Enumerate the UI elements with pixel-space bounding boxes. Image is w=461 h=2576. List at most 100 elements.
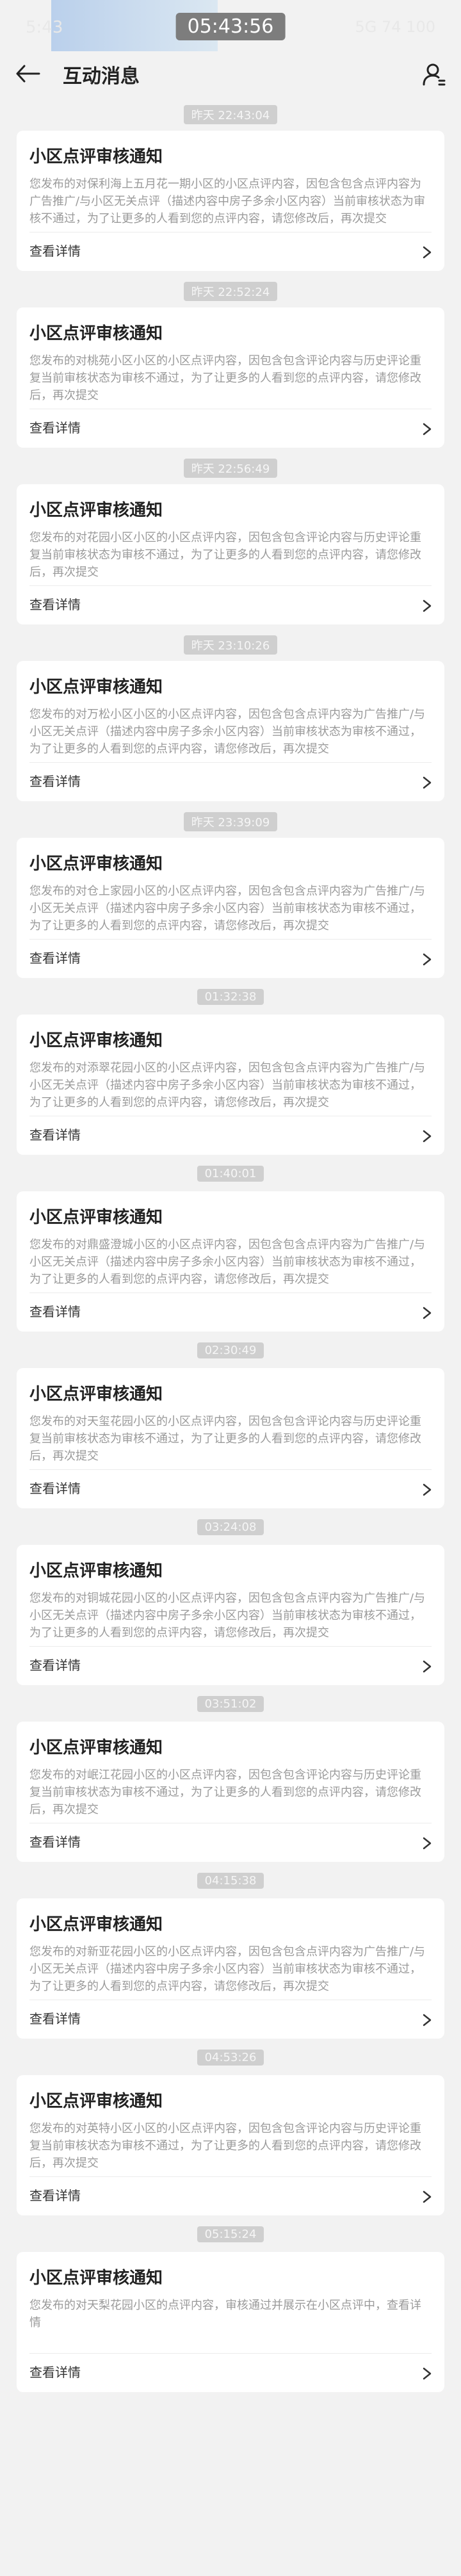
- status-indicators: 5G 74 100: [355, 18, 435, 36]
- timestamp-row: 昨天 22:43:04: [0, 99, 461, 131]
- message-item: 昨天 22:52:24 小区点评审核通知 您发布的对桃苑小区小区的小区点评内容，…: [0, 275, 461, 448]
- notification-card[interactable]: 小区点评审核通知 您发布的对天梨花园小区的点评内容，审核通过并展示在小区点评中，…: [17, 2252, 444, 2392]
- view-details-link[interactable]: 查看详情: [29, 594, 81, 613]
- timestamp-row: 04:53:26: [0, 2043, 461, 2075]
- view-details-link[interactable]: 查看详情: [29, 1655, 81, 1674]
- timestamp-pill: 01:40:01: [197, 1166, 264, 1182]
- timestamp-row: 昨天 22:52:24: [0, 275, 461, 307]
- card-body: 您发布的对鼎盛澄城小区的小区点评内容，因包含包含点评内容为广告推广/与小区无关点…: [29, 1238, 426, 1286]
- timestamp-row: 昨天 23:39:09: [0, 806, 461, 838]
- view-details-link[interactable]: 查看详情: [29, 1125, 81, 1143]
- card-body: 您发布的对天玺花园小区的小区点评内容，因包含包含评论内容与历史评论重复当前审核状…: [29, 1415, 421, 1463]
- card-body: 您发布的对桃苑小区小区的小区点评内容，因包含包含评论内容与历史评论重复当前审核状…: [29, 354, 421, 402]
- message-item: 昨天 23:39:09 小区点评审核通知 您发布的对仓上家园小区的小区点评内容，…: [0, 806, 461, 978]
- card-divider: [29, 1292, 432, 1293]
- timestamp-pill: 昨天 23:39:09: [183, 812, 278, 831]
- view-details-link[interactable]: 查看详情: [29, 2009, 81, 2027]
- card-title: 小区点评审核通知: [29, 1208, 163, 1227]
- notification-card[interactable]: 小区点评审核通知 您发布的对英特小区小区的小区点评内容，因包含包含评论内容与历史…: [17, 2075, 444, 2215]
- notification-card[interactable]: 小区点评审核通知 您发布的对天玺花园小区的小区点评内容，因包含包含评论内容与历史…: [17, 1368, 444, 1508]
- view-details-link[interactable]: 查看详情: [29, 241, 81, 259]
- chevron-right-icon[interactable]: [421, 1129, 433, 1143]
- timestamp-row: 04:15:38: [0, 1866, 461, 1898]
- timestamp-row: 02:30:49: [0, 1336, 461, 1368]
- card-title: 小区点评审核通知: [29, 1738, 163, 1757]
- status-time: 5:43: [26, 18, 63, 37]
- card-divider: [29, 2176, 432, 2177]
- card-title: 小区点评审核通知: [29, 854, 163, 874]
- timestamp-pill: 02:30:49: [197, 1342, 264, 1358]
- timestamp-row: 01:32:38: [0, 982, 461, 1015]
- timestamp-pill: 04:53:26: [197, 2050, 264, 2066]
- view-details-link[interactable]: 查看详情: [29, 418, 81, 436]
- notification-card[interactable]: 小区点评审核通知 您发布的对仓上家园小区的小区点评内容，因包含包含点评内容为广告…: [17, 838, 444, 978]
- card-body: 您发布的对万松小区小区的小区点评内容，因包含包含点评内容为广告推广/与小区无关点…: [29, 708, 426, 756]
- view-details-link[interactable]: 查看详情: [29, 948, 81, 966]
- view-details-link[interactable]: 查看详情: [29, 1832, 81, 1850]
- card-body: 您发布的对添翠花园小区的小区点评内容，因包含包含点评内容为广告推广/与小区无关点…: [29, 1061, 426, 1109]
- timestamp-row: 01:40:01: [0, 1159, 461, 1191]
- message-item: 01:40:01 小区点评审核通知 您发布的对鼎盛澄城小区的小区点评内容，因包含…: [0, 1159, 461, 1332]
- timestamp-row: 昨天 23:10:26: [0, 629, 461, 661]
- message-item: 昨天 22:56:49 小区点评审核通知 您发布的对花园小区小区的小区点评内容，…: [0, 452, 461, 624]
- chevron-right-icon[interactable]: [421, 2367, 433, 2381]
- chevron-right-icon[interactable]: [421, 1483, 433, 1497]
- card-body: 您发布的对英特小区小区的小区点评内容，因包含包含评论内容与历史评论重复当前审核状…: [29, 2122, 421, 2170]
- chevron-right-icon[interactable]: [421, 776, 433, 790]
- notification-card[interactable]: 小区点评审核通知 您发布的对桃苑小区小区的小区点评内容，因包含包含评论内容与历史…: [17, 307, 444, 448]
- chevron-right-icon[interactable]: [421, 245, 433, 259]
- chevron-right-icon[interactable]: [421, 1306, 433, 1320]
- status-bar: 5:43 05:43:56 5G 74 100: [0, 0, 461, 51]
- timestamp-pill: 05:15:24: [197, 2226, 264, 2242]
- notification-card[interactable]: 小区点评审核通知 您发布的对花园小区小区的小区点评内容，因包含包含评论内容与历史…: [17, 484, 444, 624]
- notification-card[interactable]: 小区点评审核通知 您发布的对鼎盛澄城小区的小区点评内容，因包含包含点评内容为广告…: [17, 1191, 444, 1332]
- chevron-right-icon[interactable]: [421, 1659, 433, 1674]
- card-divider: [29, 762, 432, 763]
- message-item: 昨天 22:43:04 小区点评审核通知 您发布的对保利海上五月花一期小区的小区…: [0, 99, 461, 271]
- notification-card[interactable]: 小区点评审核通知 您发布的对新亚花园小区的小区点评内容，因包含包含点评内容为广告…: [17, 1898, 444, 2039]
- card-body: 您发布的对花园小区小区的小区点评内容，因包含包含评论内容与历史评论重复当前审核状…: [29, 531, 421, 579]
- card-divider: [29, 939, 432, 940]
- message-item: 03:51:02 小区点评审核通知 您发布的对岷江花园小区的小区点评内容，因包含…: [0, 1690, 461, 1862]
- card-title: 小区点评审核通知: [29, 1915, 163, 1934]
- chevron-right-icon[interactable]: [421, 2013, 433, 2027]
- card-body: 您发布的对保利海上五月花一期小区的小区点评内容，因包含包含点评内容为广告推广/与…: [29, 177, 426, 225]
- message-item: 03:24:08 小区点评审核通知 您发布的对铜城花园小区的小区点评内容，因包含…: [0, 1513, 461, 1685]
- notification-card[interactable]: 小区点评审核通知 您发布的对铜城花园小区的小区点评内容，因包含包含点评内容为广告…: [17, 1545, 444, 1685]
- card-body: 您发布的对铜城花园小区的小区点评内容，因包含包含点评内容为广告推广/与小区无关点…: [29, 1592, 426, 1640]
- back-arrow-icon[interactable]: [15, 64, 41, 83]
- status-clock: 05:43:56: [175, 13, 286, 40]
- card-title: 小区点评审核通知: [29, 1385, 163, 1404]
- view-details-link[interactable]: 查看详情: [29, 771, 81, 790]
- card-body: 您发布的对天梨花园小区的点评内容，审核通过并展示在小区点评中，查看详情: [29, 2299, 421, 2329]
- card-title: 小区点评审核通知: [29, 147, 163, 167]
- timestamp-pill: 昨天 23:10:26: [183, 635, 278, 655]
- notification-card[interactable]: 小区点评审核通知 您发布的对保利海上五月花一期小区的小区点评内容，因包含包含点评…: [17, 131, 444, 271]
- timestamp-pill: 03:24:08: [197, 1519, 264, 1535]
- view-details-link[interactable]: 查看详情: [29, 2362, 81, 2381]
- chevron-right-icon[interactable]: [421, 599, 433, 613]
- view-details-link[interactable]: 查看详情: [29, 2185, 81, 2204]
- timestamp-row: 03:24:08: [0, 1513, 461, 1545]
- card-title: 小区点评审核通知: [29, 2092, 163, 2111]
- page-title: 互动消息: [63, 65, 140, 88]
- chevron-right-icon[interactable]: [421, 1836, 433, 1850]
- notification-card[interactable]: 小区点评审核通知 您发布的对添翠花园小区的小区点评内容，因包含包含点评内容为广告…: [17, 1015, 444, 1155]
- card-divider: [29, 1646, 432, 1647]
- notification-card[interactable]: 小区点评审核通知 您发布的对万松小区小区的小区点评内容，因包含包含点评内容为广告…: [17, 661, 444, 801]
- card-body: 您发布的对岷江花园小区的小区点评内容，因包含包含评论内容与历史评论重复当前审核状…: [29, 1768, 421, 1816]
- card-divider: [29, 2353, 432, 2354]
- chevron-right-icon[interactable]: [421, 2190, 433, 2204]
- view-details-link[interactable]: 查看详情: [29, 1301, 81, 1320]
- message-item: 02:30:49 小区点评审核通知 您发布的对天玺花园小区的小区点评内容，因包含…: [0, 1336, 461, 1508]
- message-item: 04:53:26 小区点评审核通知 您发布的对英特小区小区的小区点评内容，因包含…: [0, 2043, 461, 2215]
- card-body: 您发布的对仓上家园小区的小区点评内容，因包含包含点评内容为广告推广/与小区无关点…: [29, 884, 426, 933]
- chevron-right-icon[interactable]: [421, 422, 433, 436]
- timestamp-pill: 昨天 22:52:24: [183, 282, 278, 301]
- user-icon[interactable]: [421, 61, 447, 87]
- view-details-link[interactable]: 查看详情: [29, 1478, 81, 1497]
- card-title: 小区点评审核通知: [29, 2269, 163, 2288]
- notification-card[interactable]: 小区点评审核通知 您发布的对岷江花园小区的小区点评内容，因包含包含评论内容与历史…: [17, 1722, 444, 1862]
- chevron-right-icon[interactable]: [421, 952, 433, 966]
- timestamp-pill: 昨天 22:56:49: [183, 459, 278, 478]
